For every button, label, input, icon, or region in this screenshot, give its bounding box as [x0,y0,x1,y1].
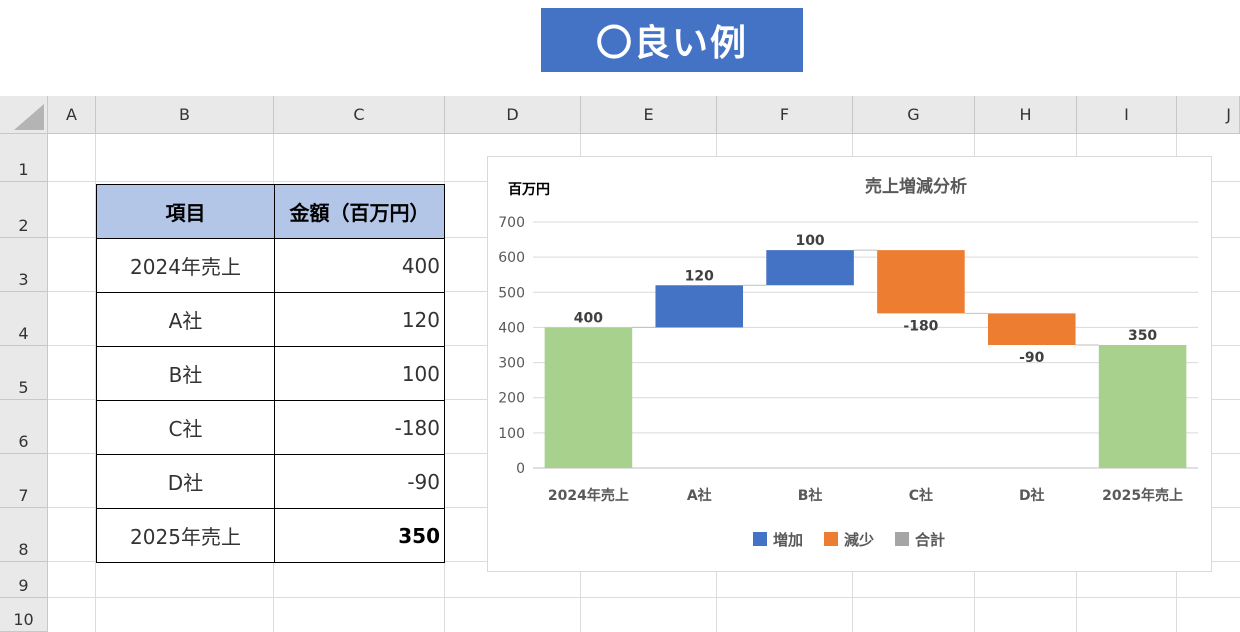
column-header-f[interactable]: F [717,96,853,134]
legend-swatch [753,532,767,546]
legend-label: 増加 [773,531,803,549]
y-tick-label: 0 [516,461,525,477]
legend-swatch [895,532,909,546]
row-header-9[interactable]: 9 [0,562,48,598]
row-header-5[interactable]: 5 [0,346,48,400]
x-tick-label: B社 [798,487,823,504]
data-label: 350 [1128,328,1157,344]
cell-item-2025[interactable]: 2025年売上 [96,508,275,563]
data-label: 120 [685,268,714,284]
column-header-a[interactable]: A [48,96,96,134]
gridline [48,597,1240,598]
data-label: 400 [574,310,603,326]
data-label: 100 [795,233,824,249]
column-header-e[interactable]: E [581,96,717,134]
cell-item-b[interactable]: B社 [96,346,275,401]
waterfall-chart[interactable]: 売上増減分析 百万円 0 100 200 300 400 500 600 700 400 2024年売… [487,156,1212,572]
y-tick-label: 600 [498,250,525,266]
cell-amount-d[interactable]: -90 [274,454,445,509]
y-tick-label: 300 [498,356,525,372]
cell-amount-c[interactable]: -180 [274,400,445,455]
column-header-c[interactable]: C [274,96,445,134]
cell-amount-2024[interactable]: 400 [274,238,445,293]
select-all-triangle-icon [14,104,44,130]
row-header-6[interactable]: 6 [0,400,48,454]
row-header-3[interactable]: 3 [0,238,48,292]
x-tick-label: D社 [1019,487,1045,504]
table-header-item[interactable]: 項目 [96,184,275,239]
y-tick-label: 400 [498,320,525,336]
column-header-g[interactable]: G [853,96,975,134]
cell-item-2024[interactable]: 2024年売上 [96,238,275,293]
y-tick-label: 700 [498,215,525,231]
cell-amount-a[interactable]: 120 [274,292,445,347]
banner-text: 〇良い例 [595,23,748,64]
x-tick-label: 2024年売上 [548,487,629,504]
cell-item-a[interactable]: A社 [96,292,275,347]
bar-3 [766,250,854,286]
chart-canvas: 売上増減分析 百万円 0 100 200 300 400 500 600 700 400 2024年売… [498,176,1198,549]
row-header-8[interactable]: 8 [0,508,48,562]
y-tick-label: 200 [498,391,525,407]
table-header-amount[interactable]: 金額（百万円） [274,184,445,239]
cell-amount-2025[interactable]: 350 [274,508,445,563]
cell-item-d[interactable]: D社 [96,454,275,509]
good-example-banner: 〇良い例 [541,8,803,72]
legend-swatch [824,532,838,546]
row-header-7[interactable]: 7 [0,454,48,508]
column-header-d[interactable]: D [445,96,581,134]
row-header-4[interactable]: 4 [0,292,48,346]
y-axis-unit-label: 百万円 [508,182,550,198]
cell-amount-b[interactable]: 100 [274,346,445,401]
column-header-h[interactable]: H [975,96,1077,134]
y-tick-label: 100 [498,426,525,442]
x-tick-label: A社 [687,487,712,504]
bar-4 [877,250,965,314]
row-header-2[interactable]: 2 [0,182,48,238]
legend-label: 減少 [844,531,874,549]
legend-label: 合計 [914,531,945,549]
bar-2 [655,285,744,328]
select-all-corner[interactable] [0,96,48,134]
column-header-b[interactable]: B [96,96,274,134]
data-label: -180 [903,318,938,334]
row-header-1[interactable]: 1 [0,134,48,182]
column-header-j[interactable]: J [1177,96,1240,134]
x-tick-label: 2025年売上 [1102,487,1183,504]
column-header-i[interactable]: I [1077,96,1177,134]
bar-5 [987,313,1076,345]
bar-6 [1098,345,1187,468]
row-header-10[interactable]: 10 [0,598,48,632]
x-tick-label: C社 [909,487,933,504]
bar-1 [544,327,633,468]
chart-title: 売上増減分析 [865,176,967,197]
y-tick-label: 500 [498,285,525,301]
data-label: -90 [1019,350,1045,366]
cell-item-c[interactable]: C社 [96,400,275,455]
